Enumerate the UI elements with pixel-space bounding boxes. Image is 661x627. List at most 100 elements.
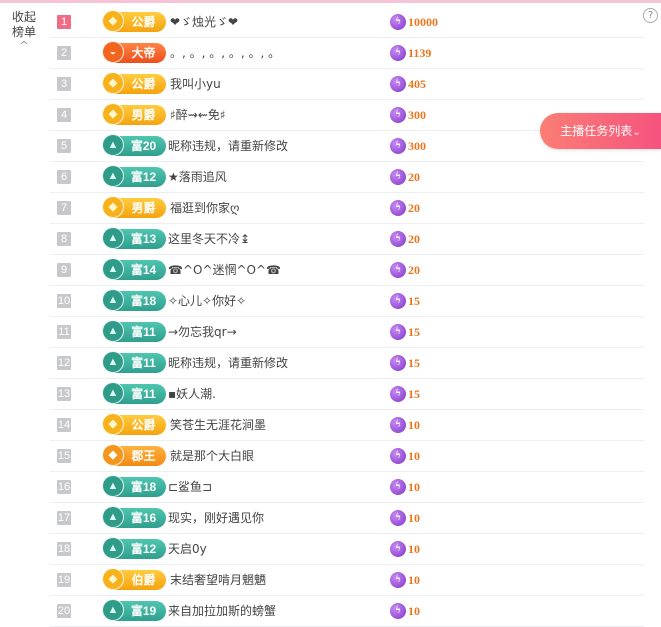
- contribution-score: ϟ 20: [390, 199, 420, 217]
- chevron-up-icon: ^: [19, 39, 29, 52]
- user-nickname[interactable]: ♯醉⇝⇜免♯: [170, 107, 385, 123]
- score-value: 300: [408, 108, 426, 122]
- chevron-down-icon: ⌄: [632, 127, 641, 138]
- contribution-score: ϟ 10: [390, 509, 420, 527]
- user-nickname[interactable]: 天启0y: [168, 541, 383, 557]
- user-nickname[interactable]: 笑苍生无涯花涧墨: [170, 417, 385, 433]
- ranking-row[interactable]: 6 ▲ 富12 ★落雨追风 ϟ 20: [50, 162, 644, 193]
- ranking-row[interactable]: 8 ▲ 富13 这里冬天不冷↨ ϟ 20: [50, 224, 644, 255]
- streamer-task-list-button[interactable]: 主播任务列表⌄: [540, 113, 661, 149]
- lightning-icon: ϟ: [390, 324, 406, 340]
- badge-emblem-icon: ▲: [102, 227, 124, 249]
- level-badge: ▲ 富20: [102, 134, 166, 156]
- contribution-score: ϟ 15: [390, 323, 420, 341]
- badge-label: 富16: [130, 511, 157, 525]
- lightning-icon: ϟ: [390, 448, 406, 464]
- ranking-row[interactable]: 3 ◆ 公爵 我叫小yu ϟ 405: [50, 69, 644, 100]
- rank-number: 17: [57, 511, 71, 525]
- badge-emblem-icon: ▲: [102, 320, 124, 342]
- score-value: 15: [408, 356, 420, 370]
- ranking-row[interactable]: 2 ◒ 大帝。, 。, 。, 。, 。, 。 ϟ 1139: [50, 38, 644, 69]
- score-value: 405: [408, 77, 426, 91]
- badge-emblem-icon: ◆: [102, 196, 124, 218]
- user-nickname[interactable]: 就是那个大白眼: [170, 448, 385, 464]
- user-nickname[interactable]: 福逛到你家ღ: [170, 200, 385, 216]
- user-nickname[interactable]: ▪妖人潮.: [168, 386, 383, 402]
- user-nickname[interactable]: ☎^O^迷惘^O^☎: [168, 262, 383, 278]
- user-nickname[interactable]: 现实，刚好遇见你: [168, 510, 383, 526]
- level-badge: ▲ 富18: [102, 289, 166, 311]
- contribution-score: ϟ 10000: [390, 13, 438, 31]
- level-badge: ▲ 富13: [102, 227, 166, 249]
- level-badge: ▲ 富11: [102, 382, 166, 404]
- badge-label: 富12: [130, 170, 157, 184]
- ranking-row[interactable]: 17 ▲ 富16 现实，刚好遇见你 ϟ 10: [50, 503, 644, 534]
- ranking-row[interactable]: 15 ◆ 郡王 就是那个大白眼 ϟ 10: [50, 441, 644, 472]
- ranking-row[interactable]: 18 ▲ 富12 天启0y ϟ 10: [50, 534, 644, 565]
- lightning-icon: ϟ: [390, 14, 406, 30]
- level-badge: ▲ 富14: [102, 258, 166, 280]
- ranking-row[interactable]: 9 ▲ 富14 ☎^O^迷惘^O^☎ ϟ 20: [50, 255, 644, 286]
- ranking-row[interactable]: 7 ◆ 男爵 福逛到你家ღ ϟ 20: [50, 193, 644, 224]
- user-nickname[interactable]: 。, 。, 。, 。, 。, 。: [170, 45, 385, 61]
- ranking-row[interactable]: 1 ◆ 公爵 ❤ゞ烛光ゞ❤ ϟ 10000: [50, 7, 644, 38]
- badge-emblem-icon: ▲: [102, 351, 124, 373]
- lightning-icon: ϟ: [390, 386, 406, 402]
- lightning-icon: ϟ: [390, 510, 406, 526]
- contribution-score: ϟ 15: [390, 385, 420, 403]
- user-nickname[interactable]: 昵称违规，请重新修改: [168, 138, 383, 154]
- score-value: 1139: [408, 46, 432, 60]
- badge-label: 富19: [130, 604, 157, 618]
- user-nickname[interactable]: ★落雨追风: [168, 169, 383, 185]
- user-nickname[interactable]: 来自加拉加斯的螃蟹: [168, 603, 383, 619]
- badge-emblem-icon: ◆: [102, 444, 124, 466]
- level-badge: ▲ 富19: [102, 599, 166, 621]
- lightning-icon: ϟ: [390, 231, 406, 247]
- user-nickname[interactable]: ❤ゞ烛光ゞ❤: [170, 14, 385, 30]
- badge-label: 大帝: [131, 46, 156, 60]
- ranking-row[interactable]: 14 ◆ 公爵 笑苍生无涯花涧墨 ϟ 10: [50, 410, 644, 441]
- level-badge: ▲ 富16: [102, 506, 166, 528]
- badge-emblem-icon: ◆: [102, 72, 124, 94]
- rank-number: 18: [57, 542, 71, 556]
- ranking-row[interactable]: 20 ▲ 富19 来自加拉加斯的螃蟹 ϟ 10: [50, 596, 644, 627]
- badge-label: 富11: [131, 356, 156, 370]
- lightning-icon: ϟ: [390, 572, 406, 588]
- collapse-ranking-button[interactable]: 收起 榜单 ^: [8, 10, 40, 51]
- ranking-row[interactable]: 12 ▲ 富11 昵称违规，请重新修改 ϟ 15: [50, 348, 644, 379]
- badge-emblem-icon: ▲: [102, 134, 124, 156]
- user-nickname[interactable]: 末结奢望啃月魍魉: [170, 572, 385, 588]
- ranking-row[interactable]: 11 ▲ 富11 →勿忘我qr→ ϟ 15: [50, 317, 644, 348]
- rank-number: 9: [57, 263, 71, 277]
- lightning-icon: ϟ: [390, 107, 406, 123]
- rank-number: 19: [57, 573, 71, 587]
- badge-label: 郡王: [131, 449, 156, 463]
- contribution-score: ϟ 10: [390, 478, 420, 496]
- contribution-score: ϟ 300: [390, 137, 426, 155]
- lightning-icon: ϟ: [390, 541, 406, 557]
- user-nickname[interactable]: ✧心儿✧你好✧: [168, 293, 383, 309]
- user-nickname[interactable]: →勿忘我qr→: [168, 324, 383, 340]
- lightning-icon: ϟ: [390, 200, 406, 216]
- user-nickname[interactable]: 我叫小yu: [170, 76, 385, 92]
- help-icon[interactable]: ?: [643, 8, 658, 23]
- level-badge: ◆ 公爵: [102, 72, 166, 94]
- badge-emblem-icon: ▲: [102, 506, 124, 528]
- ranking-row[interactable]: 13 ▲ 富11 ▪妖人潮. ϟ 15: [50, 379, 644, 410]
- contribution-score: ϟ 20: [390, 168, 420, 186]
- badge-emblem-icon: ◆: [102, 10, 124, 32]
- ranking-row[interactable]: 19 ◆ 伯爵 末结奢望啃月魍魉 ϟ 10: [50, 565, 644, 596]
- badge-label: 富18: [130, 294, 157, 308]
- badge-label: 伯爵: [131, 573, 156, 587]
- ranking-row[interactable]: 16 ▲ 富18 ⊏鲨鱼⊐ ϟ 10: [50, 472, 644, 503]
- level-badge: ◆ 伯爵: [102, 568, 166, 590]
- ranking-row[interactable]: 10 ▲ 富18 ✧心儿✧你好✧ ϟ 15: [50, 286, 644, 317]
- user-nickname[interactable]: ⊏鲨鱼⊐: [168, 479, 383, 495]
- level-badge: ◆ 男爵: [102, 103, 166, 125]
- rank-number: 8: [57, 232, 71, 246]
- user-nickname[interactable]: 昵称违规，请重新修改: [168, 355, 383, 371]
- score-value: 10000: [408, 15, 438, 29]
- score-value: 10: [408, 542, 420, 556]
- score-value: 15: [408, 294, 420, 308]
- user-nickname[interactable]: 这里冬天不冷↨: [168, 231, 383, 247]
